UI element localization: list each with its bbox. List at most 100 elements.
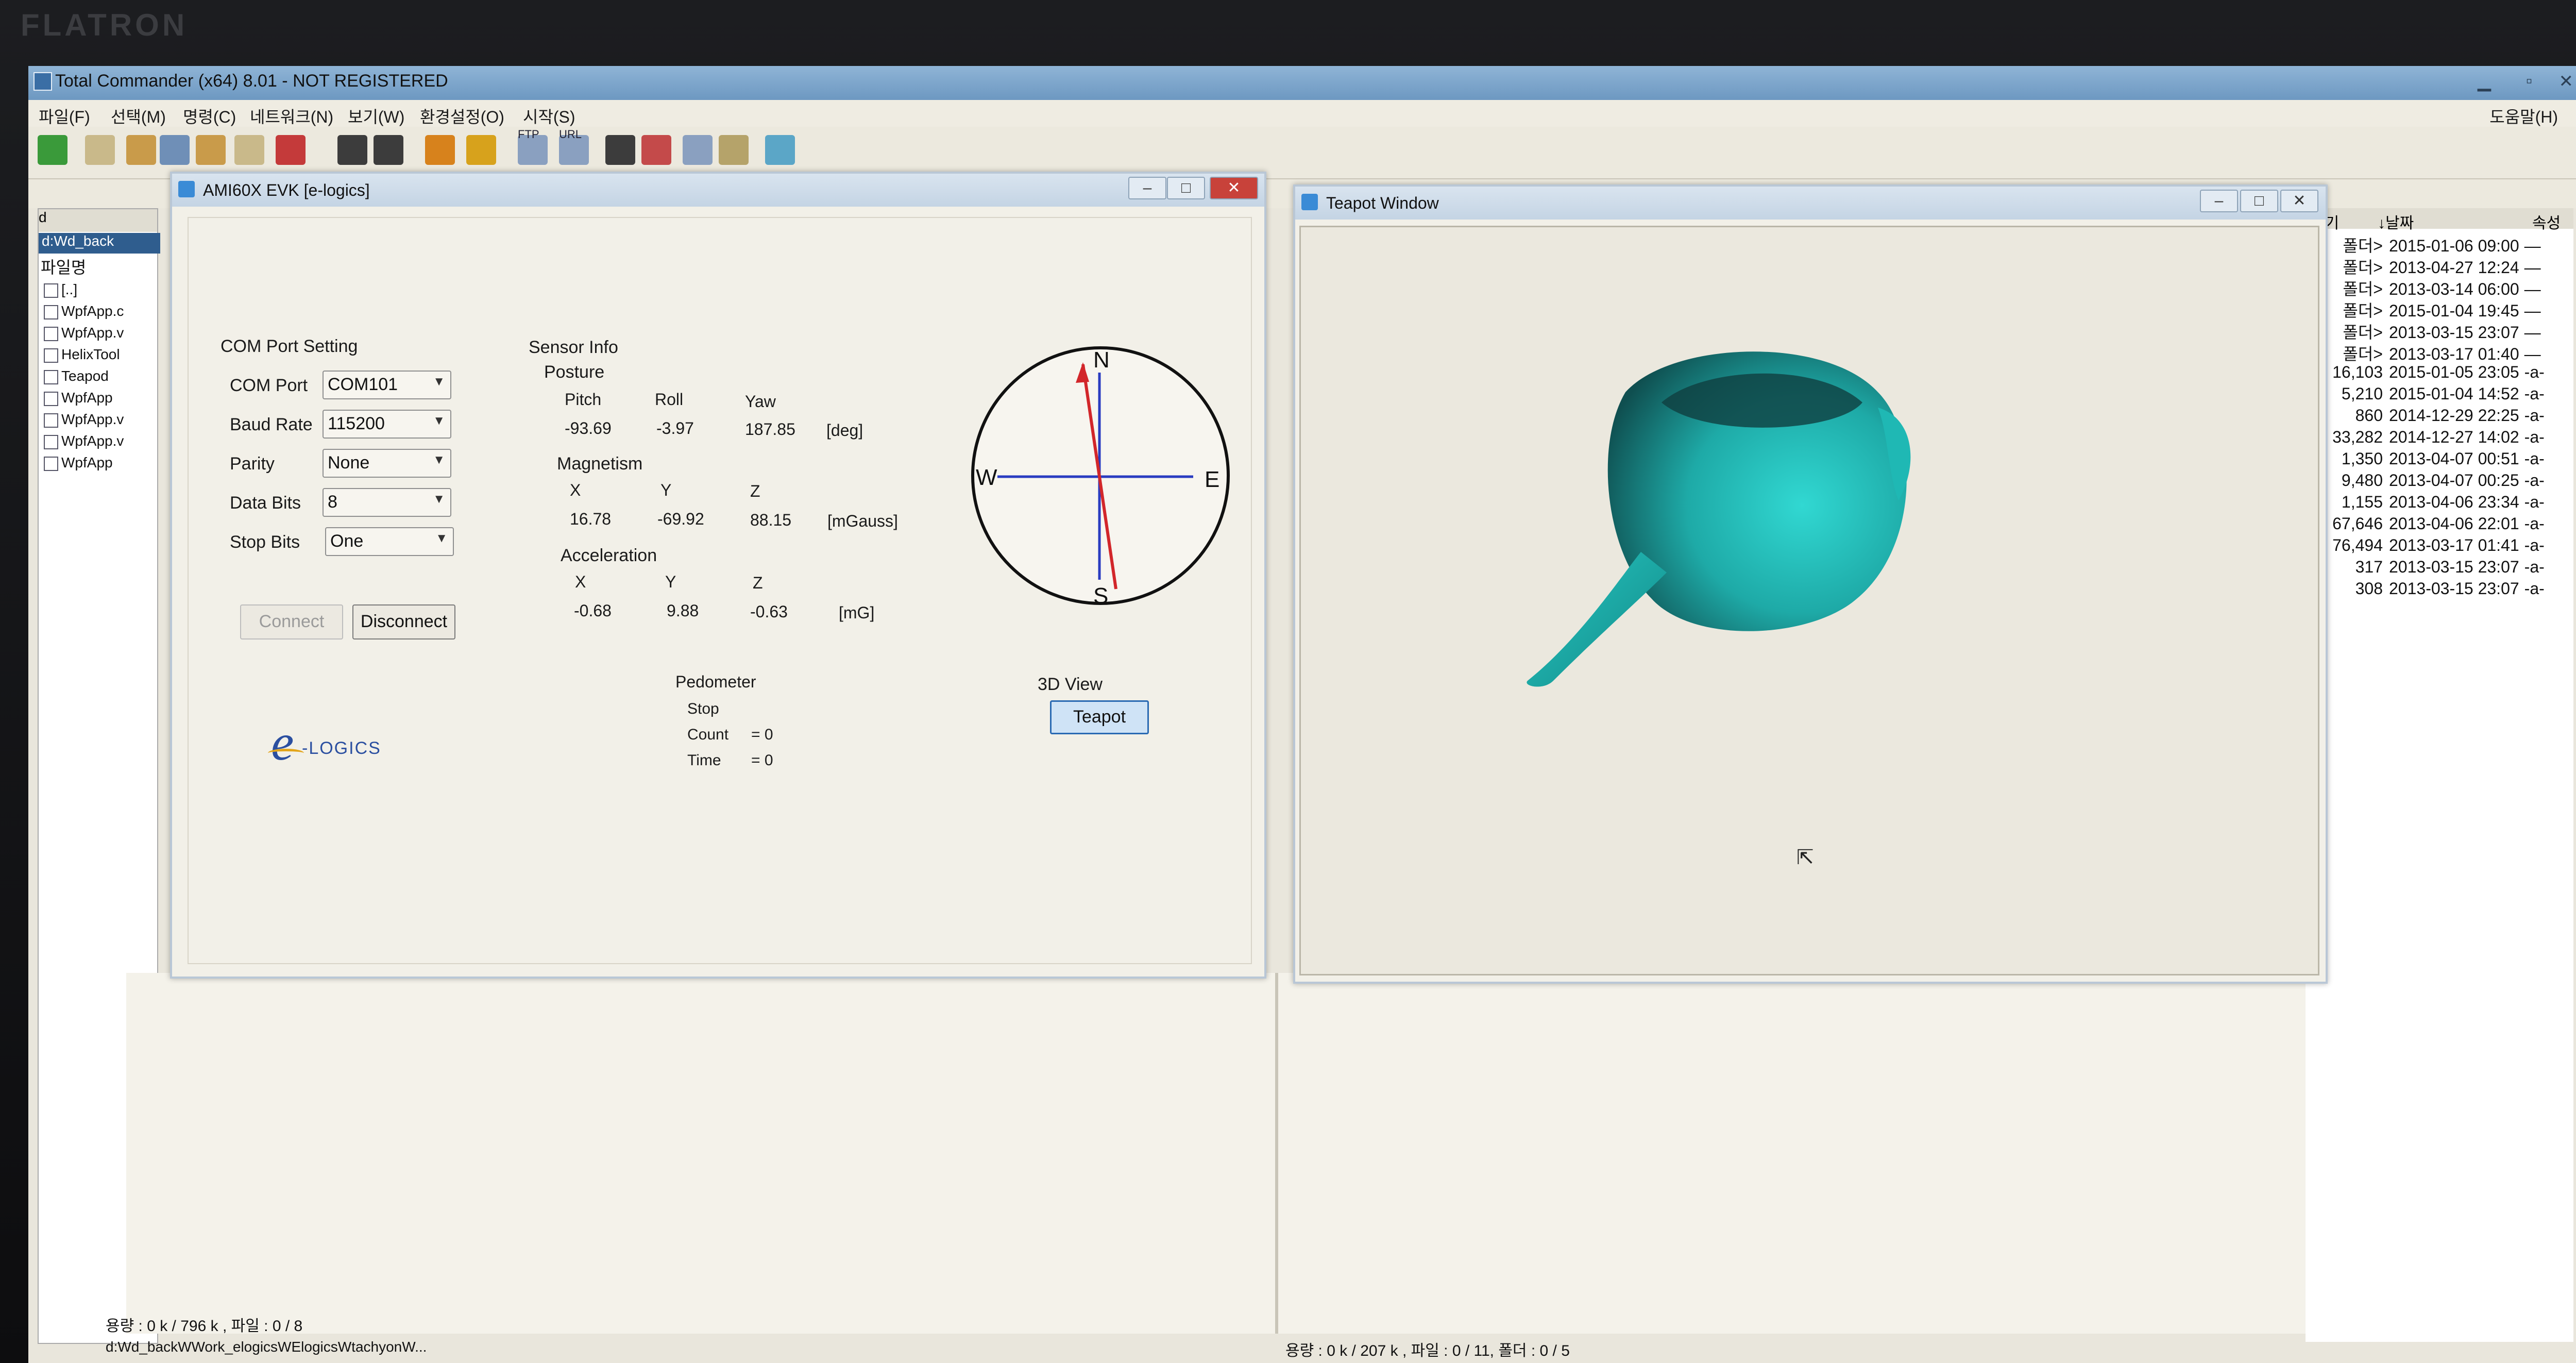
baud-rate-label: Baud Rate: [230, 415, 313, 434]
url-label[interactable]: URL: [559, 128, 582, 141]
minimize-icon[interactable]: –: [2200, 190, 2238, 212]
file-item[interactable]: Teapod: [44, 368, 109, 384]
table-row[interactable]: 860 2014-12-29 22:25 -a-: [2306, 406, 2545, 425]
panel-splitter[interactable]: [1275, 973, 1278, 1334]
column-date[interactable]: ↓날짜: [2378, 210, 2414, 233]
thumbnail-icon[interactable]: [160, 135, 190, 165]
file-item[interactable]: WpfApp.c: [44, 303, 124, 319]
table-row[interactable]: 5,210 2015-01-04 14:52 -a-: [2306, 384, 2545, 403]
rename-icon[interactable]: [641, 135, 671, 165]
file-item[interactable]: WpfApp.v: [44, 325, 124, 341]
table-row[interactable]: 317 2013-03-15 23:07 -a-: [2306, 558, 2545, 577]
disconnect-button[interactable]: Disconnect: [352, 604, 455, 640]
menu-select[interactable]: 선택(M): [111, 104, 166, 128]
menu-start[interactable]: 시작(S): [523, 104, 575, 128]
table-row[interactable]: 308 2013-03-15 23:07 -a-: [2306, 579, 2545, 598]
file-item[interactable]: WpfApp: [44, 390, 113, 406]
table-row[interactable]: 1,155 2013-04-06 23:34 -a-: [2306, 493, 2545, 512]
file-item[interactable]: WpfApp: [44, 455, 113, 471]
unpack-icon[interactable]: [466, 135, 496, 165]
stop-bits-value: One: [330, 531, 364, 551]
file-item[interactable]: WpfApp.v: [44, 411, 124, 428]
notepad-icon[interactable]: [765, 135, 795, 165]
forward-icon[interactable]: [374, 135, 403, 165]
file-item[interactable]: [..]: [44, 281, 77, 298]
table-row[interactable]: 폴더> 2013-03-14 06:00—: [2306, 276, 2540, 300]
teapot-spout: [1527, 552, 1667, 687]
menu-network[interactable]: 네트워크(N): [250, 104, 333, 128]
file-date: 2013-04-07 00:25: [2389, 471, 2519, 490]
stop-bits-select[interactable]: One ▼: [325, 527, 454, 556]
table-row[interactable]: 폴더> 2013-04-27 12:24—: [2306, 255, 2540, 278]
view3d-label: 3D View: [1038, 675, 1103, 694]
table-row[interactable]: 폴더> 2015-01-04 19:45—: [2306, 298, 2540, 322]
teapot-title-bar[interactable]: Teapot Window – □ ✕: [1295, 187, 2326, 220]
invert-icon[interactable]: [276, 135, 306, 165]
file-date: 2015-01-04 14:52: [2389, 384, 2519, 403]
table-row[interactable]: 폴더> 2015-01-06 09:00—: [2306, 233, 2540, 257]
left-column-name[interactable]: 파일명: [41, 255, 86, 278]
select-icon[interactable]: [234, 135, 264, 165]
file-attr: -a-: [2524, 558, 2545, 576]
url-icon[interactable]: URL: [559, 128, 589, 165]
parity-value: None: [328, 453, 370, 473]
brief-view-icon[interactable]: [85, 135, 115, 165]
menu-file[interactable]: 파일(F): [39, 104, 90, 128]
ami-title-bar[interactable]: AMI60X EVK [e-logics] – □ ✕: [172, 174, 1264, 207]
maximize-icon[interactable]: □: [1167, 177, 1205, 199]
file-item[interactable]: HelixTool: [44, 346, 120, 363]
app-icon: [1301, 194, 1318, 210]
table-row[interactable]: 9,480 2013-04-07 00:25 -a-: [2306, 471, 2545, 490]
posture-unit: [deg]: [826, 421, 863, 440]
table-row[interactable]: 폴더> 2013-03-15 23:07—: [2306, 319, 2540, 343]
left-drive-selector[interactable]: d: [39, 209, 157, 232]
close-icon[interactable]: ✕: [2559, 71, 2574, 92]
table-row[interactable]: 33,282 2014-12-27 14:02 -a-: [2306, 428, 2545, 447]
com-port-select[interactable]: COM101 ▼: [323, 371, 451, 399]
file-item[interactable]: WpfApp.v: [44, 433, 124, 449]
left-path[interactable]: d:Wd_back: [39, 233, 160, 254]
refresh-icon[interactable]: [38, 135, 67, 165]
teapot-viewport[interactable]: ⇱: [1299, 226, 2319, 975]
menu-config[interactable]: 환경설정(O): [420, 104, 504, 128]
table-row[interactable]: 16,103 2015-01-05 23:05 -a-: [2306, 363, 2545, 382]
minimize-icon[interactable]: –: [1128, 177, 1166, 199]
teapot-button[interactable]: Teapot: [1050, 700, 1149, 734]
chevron-down-icon: ▼: [433, 414, 445, 428]
file-attr: -a-: [2524, 384, 2545, 403]
pack-icon[interactable]: [425, 135, 455, 165]
menu-commands[interactable]: 명령(C): [183, 104, 236, 128]
file-attr: -a-: [2524, 536, 2545, 554]
command-line-path[interactable]: d:Wd_backWWork_elogicsWElogicsWtachyonW.…: [106, 1339, 427, 1355]
maximize-icon[interactable]: ▫: [2526, 71, 2532, 91]
connect-button[interactable]: Connect: [240, 604, 343, 640]
pedometer-state: Stop: [687, 700, 719, 717]
table-row[interactable]: 67,646 2013-04-06 22:01 -a-: [2306, 514, 2545, 533]
file-date: 2013-04-06 22:01: [2389, 514, 2519, 533]
table-row[interactable]: 76,494 2013-03-17 01:41 -a-: [2306, 536, 2545, 555]
minimize-icon[interactable]: ▁: [2478, 71, 2491, 92]
sync-icon[interactable]: [719, 135, 749, 165]
ftp-icon[interactable]: FTP: [518, 128, 548, 165]
back-icon[interactable]: [337, 135, 367, 165]
table-row[interactable]: 폴더> 2013-03-17 01:40—: [2306, 341, 2540, 365]
menu-help[interactable]: 도움말(H): [2489, 104, 2558, 128]
compare-icon[interactable]: [683, 135, 713, 165]
column-attr[interactable]: 속성: [2532, 210, 2561, 233]
full-view-icon[interactable]: [126, 135, 156, 165]
close-icon[interactable]: ✕: [1210, 177, 1258, 199]
baud-rate-select[interactable]: 115200 ▼: [323, 410, 451, 439]
menu-view[interactable]: 보기(W): [348, 104, 404, 128]
maximize-icon[interactable]: □: [2240, 190, 2278, 212]
file-attr: -a-: [2524, 579, 2545, 598]
file-icon: [44, 413, 58, 428]
parity-select[interactable]: None ▼: [323, 449, 451, 478]
close-icon[interactable]: ✕: [2280, 190, 2318, 212]
tree-icon[interactable]: [196, 135, 226, 165]
data-bits-select[interactable]: 8 ▼: [323, 488, 451, 517]
acc-z-value: -0.63: [750, 602, 788, 621]
search-icon[interactable]: [605, 135, 635, 165]
acceleration-title: Acceleration: [561, 546, 657, 565]
table-row[interactable]: 1,350 2013-04-07 00:51 -a-: [2306, 449, 2545, 468]
file-name: HelixTool: [61, 346, 120, 362]
